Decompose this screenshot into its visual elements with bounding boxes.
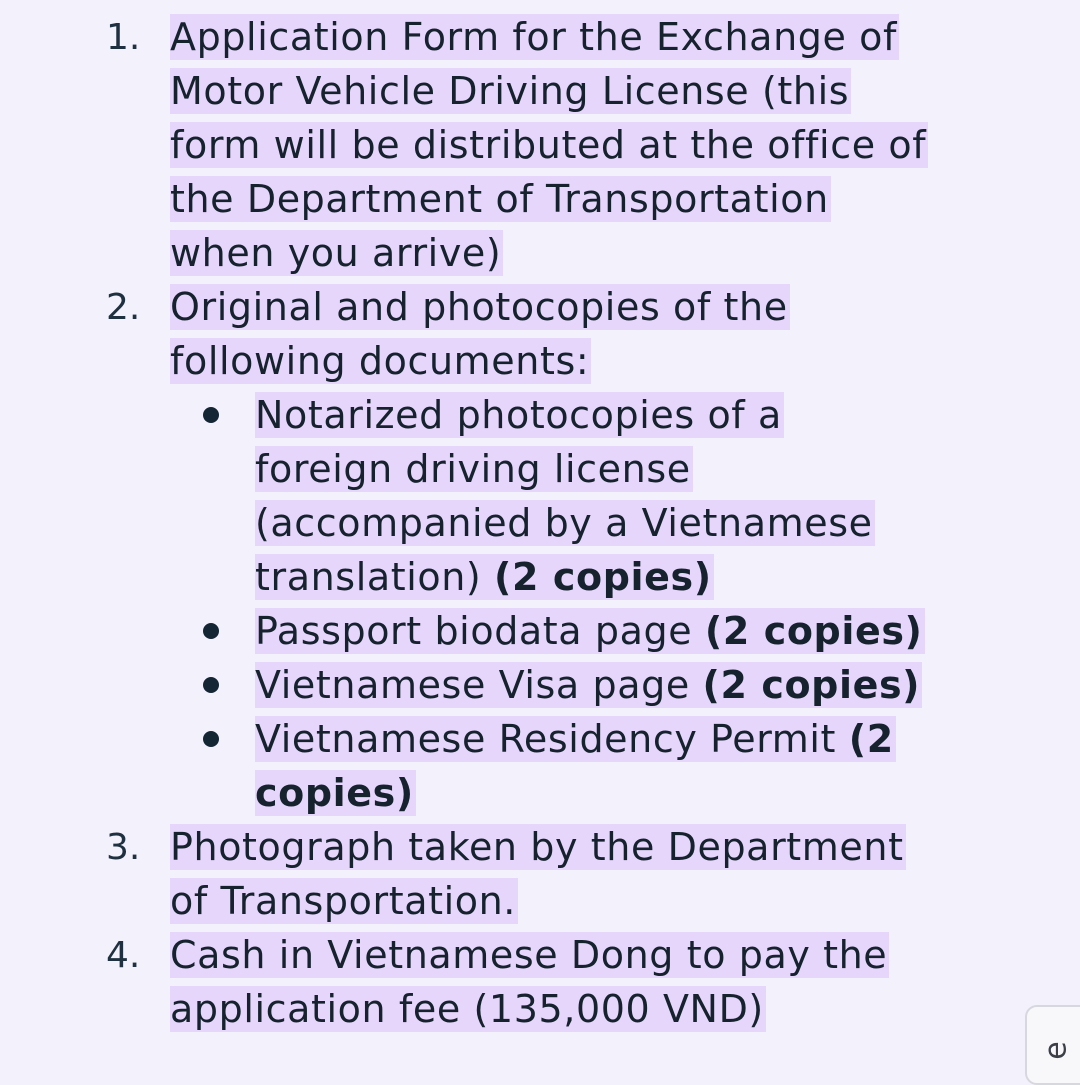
subitem-1-line-2: foreign driving license [255,446,693,492]
item-3-line-2: of Transportation. [170,878,518,924]
item-4-number: 4. [106,935,141,976]
subitem-3-line-1: Vietnamese Visa page (2 copies) [255,662,923,708]
item-1-line-2: Motor Vehicle Driving License (this [170,68,852,114]
subitem-2-line-1: Passport biodata page (2 copies) [255,608,925,654]
floating-side-button[interactable]: e [1025,1005,1080,1085]
floating-button-label: e [1038,1041,1074,1060]
item-3-number: 3. [106,827,141,868]
item-2-number: 2. [106,287,141,328]
item-1-line-5: when you arrive) [170,230,504,276]
item-4-line-2: application fee (135,000 VND) [170,986,766,1032]
item-4-line-1: Cash in Vietnamese Dong to pay the [170,932,890,978]
subitem-4-line-2: copies) [255,770,416,816]
item-1-line-4: the Department of Transportation [170,176,831,222]
item-3-line-1: Photograph taken by the Department [170,824,906,870]
document-page: 1. Application Form for the Exchange of … [0,0,1080,1085]
bullet-4 [203,731,219,747]
subitem-1-line-1: Notarized photocopies of a [255,392,784,438]
subitem-1-line-3: (accompanied by a Vietnamese [255,500,875,546]
bullet-3 [203,677,219,693]
subitem-4-line-1: Vietnamese Residency Permit (2 [255,716,896,762]
item-1-line-1: Application Form for the Exchange of [170,14,899,60]
item-2-line-1: Original and photocopies of the [170,284,790,330]
item-2-line-2: following documents: [170,338,592,384]
item-1-number: 1. [106,17,141,58]
bullet-2 [203,623,219,639]
subitem-1-line-4: translation) (2 copies) [255,554,714,600]
item-1-line-3: form will be distributed at the office o… [170,122,929,168]
bullet-1 [203,407,219,423]
